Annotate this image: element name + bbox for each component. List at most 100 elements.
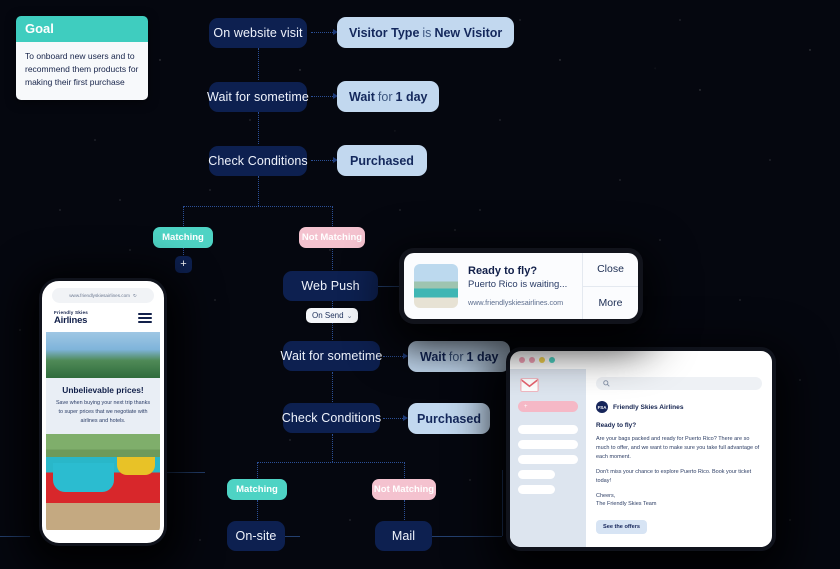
connector-wait2-to-chip: [383, 356, 405, 357]
window-dot-minimize[interactable]: [529, 357, 535, 363]
chevron-down-icon: ⌄: [346, 312, 353, 320]
chip-wait2-reg: for: [448, 349, 464, 364]
chip-visitor-type[interactable]: Visitor Type is New Visitor: [337, 17, 515, 48]
connector-mail-to-email-mockup: [502, 470, 503, 536]
phone-url-bar[interactable]: www.friendlyskiesairlines.com ↻: [52, 288, 154, 303]
node-on-website-visit[interactable]: On website visit: [209, 18, 307, 48]
pill-not-matching-1[interactable]: Not Matching: [299, 227, 365, 248]
promo-text: Save when buying your next trip thanks t…: [55, 400, 151, 424]
on-send-value: On Send: [312, 311, 344, 320]
sidebar-placeholder-row[interactable]: [518, 455, 578, 464]
connector-branch2-matching: [257, 462, 258, 480]
pill-matching-1[interactable]: Matching: [153, 227, 213, 248]
add-step-button[interactable]: +: [175, 256, 192, 273]
node-check-conditions-2[interactable]: Check Conditions: [282, 403, 381, 433]
window-dot-close[interactable]: [519, 357, 525, 363]
pill-not-matching-2[interactable]: Not Matching: [372, 479, 436, 500]
promo-title: Unbelievable prices!: [62, 385, 144, 395]
chip-wait1-bold1: Wait: [349, 89, 375, 104]
email-paragraph-2: Don't miss your chance to explore Puerto…: [596, 468, 752, 484]
chip-wait2-bold1: Wait: [420, 349, 446, 364]
hamburger-menu-icon[interactable]: [138, 313, 152, 323]
node-on-site[interactable]: On-site: [227, 521, 285, 551]
avatar: FSA: [596, 401, 608, 413]
connector-wait-to-check: [258, 112, 259, 144]
connector-visit-to-wait: [258, 48, 259, 80]
connector-mail-right-stub: [430, 536, 502, 537]
goal-card: Goal To onboard new users and to recomme…: [16, 16, 148, 100]
sidebar-placeholder-row[interactable]: [518, 470, 556, 479]
chip-purchased1-label: Purchased: [350, 153, 414, 168]
phone-hero-image: [46, 332, 160, 378]
chip-wait-1-day-2[interactable]: Wait for 1 day: [408, 341, 511, 372]
chip-purchased-2[interactable]: Purchased: [408, 403, 490, 434]
sidebar-placeholder-row[interactable]: [518, 485, 556, 494]
chip-purchased-1[interactable]: Purchased: [337, 145, 427, 176]
node-wait-for-sometime-1[interactable]: Wait for sometime: [207, 82, 309, 112]
connector-branch2-not-matching: [404, 462, 405, 480]
email-window-titlebar: [510, 351, 772, 369]
sidebar-placeholder-row[interactable]: [518, 440, 578, 449]
push-url: www.friendlyskiesairlines.com: [468, 298, 564, 307]
connector-check2-down: [332, 434, 333, 462]
connector-wait2-to-check2: [332, 372, 333, 404]
pill-matching-2[interactable]: Matching: [227, 479, 287, 500]
chip-visitor-type-bold2: New Visitor: [434, 25, 503, 40]
window-dot-extra[interactable]: [549, 357, 555, 363]
reload-icon[interactable]: ↻: [133, 293, 137, 299]
connector-branch-not-matching: [332, 206, 333, 228]
phone-brand-bar: Friendly Skies Airlines: [46, 303, 160, 332]
see-the-offers-button[interactable]: See the offers: [596, 520, 647, 535]
connector-check-to-chip: [311, 160, 335, 161]
push-title: Ready to fly?: [468, 265, 538, 277]
email-body: + FSA Friendly Skies Airlines Ready to f…: [510, 369, 772, 547]
phone-mockup: www.friendlyskiesairlines.com ↻ Friendly…: [42, 281, 164, 543]
push-actions: Close More: [582, 253, 638, 319]
push-thumbnail-image: [414, 264, 458, 308]
connector-notmatching-to-webpush: [332, 247, 333, 272]
on-send-dropdown[interactable]: On Send ⌄: [306, 308, 359, 323]
window-dot-maximize[interactable]: [539, 357, 545, 363]
node-mail[interactable]: Mail: [375, 521, 432, 551]
connector-matching2-to-onsite: [257, 500, 258, 520]
chip-wait1-reg: for: [377, 89, 393, 104]
chip-wait2-bold2: 1 day: [466, 349, 499, 364]
email-signoff-2: The Friendly Skies Team: [596, 501, 657, 508]
push-subtitle: Puerto Rico is waiting...: [468, 279, 568, 290]
connector-phone-stub: [165, 472, 205, 473]
compose-button[interactable]: +: [518, 401, 578, 412]
connector-branch-bus-top: [183, 206, 333, 207]
phone-url-text: www.friendlyskiesairlines.com: [69, 293, 130, 298]
email-search-bar[interactable]: [596, 377, 762, 390]
chip-wait1-bold2: 1 day: [395, 89, 428, 104]
connector-check-down: [258, 176, 259, 206]
chip-visitor-type-bold1: Visitor Type: [349, 25, 420, 40]
push-more-button[interactable]: More: [583, 285, 638, 320]
node-check-conditions-1[interactable]: Check Conditions: [208, 146, 308, 176]
goal-card-body: To onboard new users and to recommend th…: [16, 42, 148, 100]
connector-onsite-left-stub: [0, 536, 30, 537]
email-client-mockup: + FSA Friendly Skies Airlines Ready to f…: [510, 351, 772, 547]
brand-line-2: Airlines: [54, 315, 88, 326]
email-sidebar: +: [510, 369, 586, 547]
push-text-block: Ready to fly? Puerto Rico is waiting... …: [458, 253, 582, 319]
connector-visit-to-chip: [311, 32, 335, 33]
phone-boats-photo: [46, 434, 160, 531]
chip-purchased2-label: Purchased: [417, 411, 481, 426]
email-sender-row: FSA Friendly Skies Airlines: [596, 401, 762, 413]
chip-visitor-type-reg: is: [422, 25, 432, 40]
email-signoff-1: Cheers,: [596, 492, 616, 499]
push-close-button[interactable]: Close: [583, 253, 638, 286]
node-web-push[interactable]: Web Push: [283, 271, 378, 301]
chip-wait-1-day-1[interactable]: Wait for 1 day: [337, 81, 440, 112]
connector-check2-to-chip: [383, 418, 405, 419]
connector-branch-matching: [183, 206, 184, 228]
email-main-pane: FSA Friendly Skies Airlines Ready to fly…: [586, 369, 772, 547]
goal-card-title: Goal: [16, 16, 148, 42]
gmail-icon: [520, 378, 539, 392]
connector-branch-bus-bottom: [257, 462, 405, 463]
email-subject: Ready to fly?: [596, 422, 637, 429]
sidebar-placeholder-row[interactable]: [518, 425, 578, 434]
phone-promo-block: Unbelievable prices! Save when buying yo…: [46, 378, 160, 435]
node-wait-for-sometime-2[interactable]: Wait for sometime: [281, 341, 382, 371]
